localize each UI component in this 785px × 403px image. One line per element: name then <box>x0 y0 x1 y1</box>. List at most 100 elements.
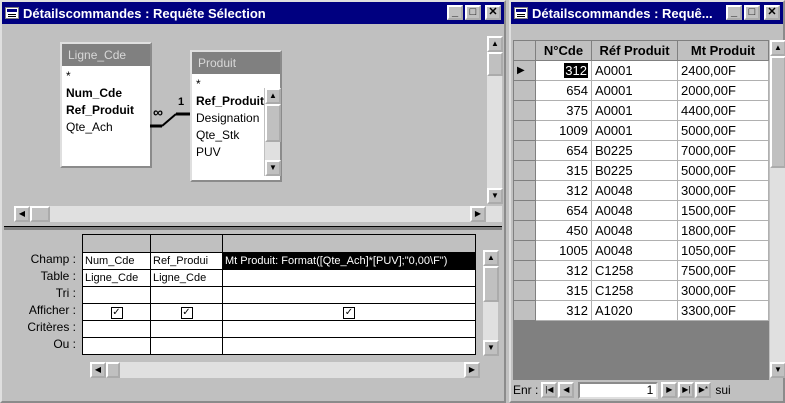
row-selector[interactable] <box>513 300 536 321</box>
grid-cell-ou[interactable] <box>222 337 476 355</box>
cell-ncde[interactable]: 312 <box>535 180 592 201</box>
row-selector[interactable] <box>513 160 536 181</box>
cell-mt-produit[interactable]: 3300,00F <box>677 300 769 321</box>
first-record-button[interactable]: |◀ <box>541 382 558 398</box>
grid-cell-tri[interactable] <box>222 286 476 304</box>
cell-ref-produit[interactable]: B0225 <box>591 140 678 161</box>
grid-cell-afficher[interactable]: ✓ <box>82 303 151 321</box>
row-selector[interactable] <box>513 220 536 241</box>
table-row[interactable]: 654 A0001 2000,00F <box>513 80 769 101</box>
cell-ncde[interactable]: 654 <box>535 200 592 221</box>
cell-ncde[interactable]: 315 <box>535 160 592 181</box>
query-window-titlebar[interactable]: Détailscommandes : Requête Sélection _ □… <box>2 2 504 24</box>
grid-cell-criteres[interactable] <box>150 320 223 338</box>
new-record-button[interactable]: ▶* <box>695 382 712 398</box>
row-selector[interactable] <box>513 240 536 261</box>
scroll-thumb[interactable] <box>106 362 120 378</box>
grid-cell-criteres[interactable] <box>222 320 476 338</box>
scroll-up-icon[interactable]: ▲ <box>265 88 281 104</box>
table-row[interactable]: 312 A1020 3300,00F <box>513 300 769 321</box>
scroll-thumb[interactable] <box>265 104 281 142</box>
table-row[interactable]: 450 A0048 1800,00F <box>513 220 769 241</box>
cell-mt-produit[interactable]: 4400,00F <box>677 100 769 121</box>
show-checkbox[interactable]: ✓ <box>110 306 123 319</box>
grid-cell-champ[interactable]: Num_Cde <box>82 252 151 270</box>
grid-cell-afficher[interactable]: ✓ <box>150 303 223 321</box>
prev-record-button[interactable]: ◀ <box>558 382 575 398</box>
table-row[interactable]: 312 A0048 3000,00F <box>513 180 769 201</box>
cell-ref-produit[interactable]: A0001 <box>591 80 678 101</box>
cell-mt-produit[interactable]: 3000,00F <box>677 180 769 201</box>
scroll-right-icon[interactable]: ▶ <box>470 206 486 222</box>
column-header-ref-produit[interactable]: Réf Produit <box>591 40 678 61</box>
column-selector[interactable] <box>150 234 223 253</box>
cell-ref-produit[interactable]: C1258 <box>591 280 678 301</box>
scroll-down-icon[interactable]: ▼ <box>265 160 281 176</box>
cell-ref-produit[interactable]: A0048 <box>591 240 678 261</box>
cell-ncde[interactable]: 654 <box>535 80 592 101</box>
row-selector[interactable] <box>513 120 536 141</box>
scroll-up-icon[interactable]: ▲ <box>487 36 503 52</box>
table-produit[interactable]: Produit * Ref_Produit Designation Qte_St… <box>190 50 282 182</box>
cell-ref-produit[interactable]: A0048 <box>591 200 678 221</box>
table-ligne-cde[interactable]: Ligne_Cde * Num_Cde Ref_Produit Qte_Ach <box>60 42 152 168</box>
cell-ncde[interactable]: 312 <box>535 60 592 81</box>
close-button[interactable]: ✕ <box>764 5 780 20</box>
table-row[interactable]: 1005 A0048 1050,00F <box>513 240 769 261</box>
field-item[interactable]: * <box>196 76 260 93</box>
grid-cell-tri[interactable] <box>82 286 151 304</box>
column-header-mt-produit[interactable]: Mt Produit <box>677 40 769 61</box>
cell-mt-produit[interactable]: 5000,00F <box>677 160 769 181</box>
grid-cell-afficher[interactable]: ✓ <box>222 303 476 321</box>
table-pane-hscroll[interactable]: ◀ ▶ <box>14 206 502 222</box>
field-item[interactable]: Ref_Produit <box>196 93 264 110</box>
table-row[interactable]: 654 A0048 1500,00F <box>513 200 769 221</box>
row-selector[interactable] <box>513 140 536 161</box>
minimize-button[interactable]: _ <box>447 5 463 20</box>
table-row[interactable]: 315 C1258 3000,00F <box>513 280 769 301</box>
cell-ncde[interactable]: 1005 <box>535 240 592 261</box>
cell-ref-produit[interactable]: A0001 <box>591 120 678 141</box>
cell-mt-produit[interactable]: 1800,00F <box>677 220 769 241</box>
cell-mt-produit[interactable]: 7500,00F <box>677 260 769 281</box>
minimize-button[interactable]: _ <box>726 5 742 20</box>
query-grid-vscroll[interactable]: ▲ ▼ <box>482 250 499 356</box>
grid-cell-ou[interactable] <box>82 337 151 355</box>
scroll-thumb[interactable] <box>487 52 503 76</box>
column-header-ncde[interactable]: N°Cde <box>535 40 592 61</box>
grid-cell-table[interactable] <box>222 269 476 287</box>
scroll-thumb[interactable] <box>770 56 785 168</box>
last-record-button[interactable]: ▶| <box>678 382 695 398</box>
grid-cell-champ[interactable]: Ref_Produi <box>150 252 223 270</box>
datasheet-vscroll[interactable]: ▲ ▼ <box>769 40 785 378</box>
table-ligne-cde-title[interactable]: Ligne_Cde <box>62 44 150 66</box>
produit-scrollbar[interactable]: ▲ ▼ <box>264 88 281 176</box>
scroll-down-icon[interactable]: ▼ <box>770 362 785 378</box>
cell-mt-produit[interactable]: 2000,00F <box>677 80 769 101</box>
expression-text[interactable]: Mt Produit: Format([Qte_Ach]*[PUV];"0,00… <box>225 255 447 267</box>
scroll-left-icon[interactable]: ◀ <box>90 362 106 378</box>
table-row[interactable]: 312 C1258 7500,00F <box>513 260 769 281</box>
field-item[interactable]: Ref_Produit <box>66 102 146 119</box>
scroll-thumb[interactable] <box>30 206 50 222</box>
field-item[interactable]: PUV <box>196 144 260 161</box>
cell-ncde[interactable]: 654 <box>535 140 592 161</box>
field-item[interactable]: Designation <box>196 110 260 127</box>
cell-ref-produit[interactable]: A0001 <box>591 100 678 121</box>
grid-cell-tri[interactable] <box>150 286 223 304</box>
table-row[interactable]: 654 B0225 7000,00F <box>513 140 769 161</box>
grid-cell-champ-active[interactable]: Mt Produit: Format([Qte_Ach]*[PUV];"0,00… <box>222 252 476 270</box>
maximize-button[interactable]: □ <box>744 5 760 20</box>
show-checkbox[interactable]: ✓ <box>343 306 355 319</box>
current-record-indicator[interactable]: ▶ <box>513 60 536 81</box>
field-item[interactable]: Num_Cde <box>66 85 146 102</box>
cell-ref-produit[interactable]: A0048 <box>591 180 678 201</box>
field-item[interactable]: Qte_Stk <box>196 127 260 144</box>
grid-cell-criteres[interactable] <box>82 320 151 338</box>
pane-splitter[interactable] <box>4 226 502 230</box>
record-number-field[interactable]: 1 <box>578 381 659 399</box>
table-row[interactable]: 1009 A0001 5000,00F <box>513 120 769 141</box>
table-pane-vscroll[interactable]: ▲ ▼ <box>486 36 503 204</box>
row-selector[interactable] <box>513 80 536 101</box>
table-produit-title[interactable]: Produit <box>192 52 280 74</box>
